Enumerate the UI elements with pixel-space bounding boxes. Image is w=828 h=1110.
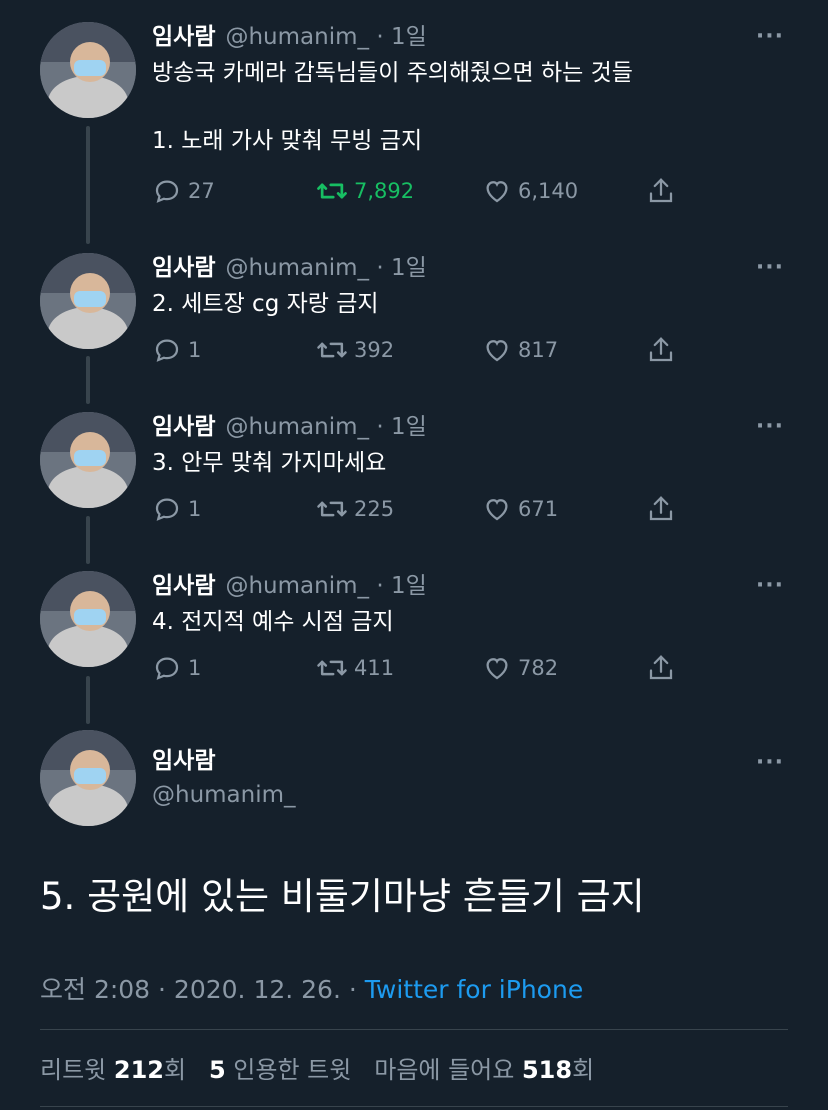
avatar[interactable] (40, 730, 136, 826)
author-handle-time: @humanim_ · 1일 (225, 255, 427, 281)
retweet-icon (317, 342, 347, 358)
more-icon[interactable]: ··· (756, 416, 784, 438)
author-name[interactable]: 임사람 (152, 573, 215, 599)
share-button[interactable] (646, 335, 682, 365)
thread-connector (86, 356, 90, 404)
retweet-icon (317, 660, 347, 676)
avatar[interactable] (40, 22, 136, 118)
source-link[interactable]: Twitter for iPhone (365, 975, 583, 1004)
reply-button[interactable]: 27 (152, 176, 215, 206)
more-icon[interactable]: ··· (756, 575, 784, 597)
like-icon (486, 658, 508, 680)
retweet-button[interactable]: 225 (316, 494, 394, 524)
main-author[interactable]: 임사람 @humanim_ (152, 744, 296, 812)
reply-icon (155, 339, 179, 362)
author-handle-time: @humanim_ · 1일 (225, 414, 427, 440)
like-icon (486, 340, 508, 362)
tweet-timestamp: 오전 2:08 · 2020. 12. 26. · Twitter for iP… (40, 970, 583, 1006)
avatar[interactable] (40, 571, 136, 667)
like-button[interactable]: 782 (482, 653, 558, 683)
author-name[interactable]: 임사람 (152, 255, 215, 281)
reply-icon (155, 657, 179, 680)
share-icon (649, 178, 673, 203)
thread-connector (86, 676, 90, 724)
share-button[interactable] (646, 494, 682, 524)
author-handle-time: @humanim_ · 1일 (225, 24, 427, 50)
retweet-count: 7,892 (354, 179, 415, 203)
retweet-count: 225 (354, 497, 395, 521)
more-icon[interactable]: ··· (756, 257, 784, 279)
tweet-text: 방송국 카메라 감독님들이 주의해줬으면 하는 것들 1. 노래 가사 맞춰 무… (152, 60, 633, 154)
like-icon (486, 181, 508, 203)
tweet-header: 임사람 @humanim_ · 1일 (152, 22, 427, 52)
tweet-header: 임사람 @humanim_ · 1일 (152, 412, 427, 442)
like-icon (486, 499, 508, 521)
like-count: 6,140 (518, 179, 579, 203)
like-count: 817 (518, 338, 559, 362)
author-name[interactable]: 임사람 (152, 414, 215, 440)
reply-icon (155, 498, 179, 521)
main-tweet-text: 5. 공원에 있는 비둘기마냥 흔들기 금지 (40, 875, 645, 918)
like-count: 671 (518, 497, 559, 521)
author-handle[interactable]: @humanim_ (152, 778, 296, 812)
like-stat[interactable]: 마음에 들어요 518회 (374, 1056, 594, 1084)
retweet-button[interactable]: 7,892 (316, 176, 414, 206)
more-icon[interactable]: ··· (756, 26, 784, 48)
thread-connector (86, 126, 90, 244)
reply-count: 1 (188, 497, 202, 521)
reply-button[interactable]: 1 (152, 494, 201, 524)
quote-stat[interactable]: 5 인용한 트윗 (209, 1056, 351, 1084)
tweet-text: 3. 안무 맞춰 가지마세요 (152, 450, 387, 476)
reply-count: 1 (188, 338, 202, 362)
tweet-text: 2. 세트장 cg 자랑 금지 (152, 291, 379, 317)
retweet-count: 392 (354, 338, 395, 362)
retweet-button[interactable]: 392 (316, 335, 394, 365)
tweet-actions: 27 7,892 6,140 (152, 176, 692, 212)
author-name[interactable]: 임사람 (152, 24, 215, 50)
avatar[interactable] (40, 412, 136, 508)
retweet-stat[interactable]: 리트윗 212회 (40, 1056, 186, 1084)
tweet-header: 임사람 @humanim_ · 1일 (152, 253, 427, 283)
like-button[interactable]: 671 (482, 494, 558, 524)
divider (40, 1106, 788, 1107)
author-name[interactable]: 임사람 (152, 744, 296, 778)
like-button[interactable]: 817 (482, 335, 558, 365)
retweet-count: 411 (354, 656, 395, 680)
time-date[interactable]: 오전 2:08 · 2020. 12. 26. · (40, 975, 365, 1004)
share-button[interactable] (646, 176, 682, 206)
reply-button[interactable]: 1 (152, 335, 201, 365)
share-button[interactable] (646, 653, 682, 683)
divider (40, 1029, 788, 1030)
reply-count: 1 (188, 656, 202, 680)
tweet-text: 4. 전지적 예수 시점 금지 (152, 609, 394, 635)
author-handle-time: @humanim_ · 1일 (225, 573, 427, 599)
share-icon (649, 337, 673, 362)
retweet-icon (317, 501, 347, 517)
tweet-header: 임사람 @humanim_ · 1일 (152, 571, 427, 601)
tweet-stats: 리트윗 212회 5 인용한 트윗 마음에 들어요 518회 (40, 1050, 594, 1085)
tweet-actions: 1 225 671 (152, 494, 692, 530)
share-icon (649, 496, 673, 521)
share-icon (649, 655, 673, 680)
more-icon[interactable]: ··· (756, 752, 784, 774)
retweet-icon (317, 183, 347, 199)
retweet-button[interactable]: 411 (316, 653, 394, 683)
thread-connector (86, 516, 90, 564)
tweet-actions: 1 411 782 (152, 653, 692, 689)
like-button[interactable]: 6,140 (482, 176, 578, 206)
avatar[interactable] (40, 253, 136, 349)
reply-count: 27 (188, 179, 215, 203)
tweet-actions: 1 392 817 (152, 335, 692, 371)
like-count: 782 (518, 656, 559, 680)
reply-icon (155, 180, 179, 203)
reply-button[interactable]: 1 (152, 653, 201, 683)
